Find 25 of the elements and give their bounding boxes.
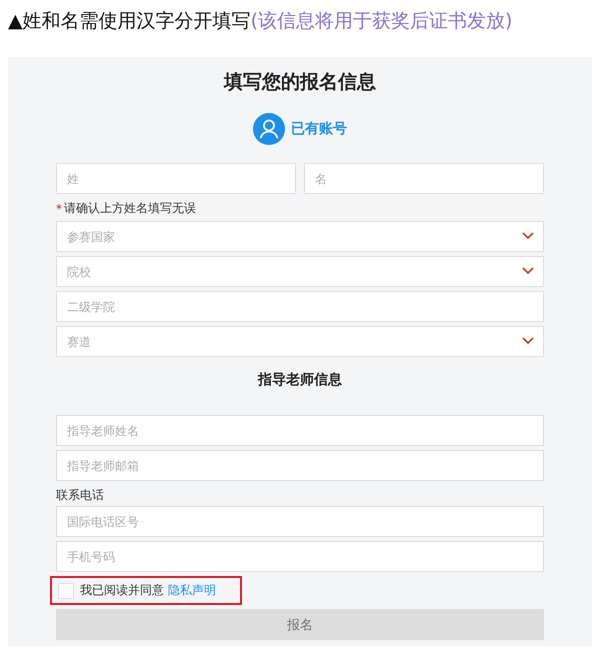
- section-heading: 指导老师信息: [256, 371, 343, 389]
- input-field[interactable]: 名: [304, 163, 544, 194]
- input-field[interactable]: 手机号码: [56, 541, 544, 572]
- instruction-text: ▲姓和名需使用汉字分开填写: [8, 10, 251, 32]
- account-link[interactable]: 已有账号: [291, 120, 347, 138]
- checkbox[interactable]: [58, 582, 74, 598]
- input-field[interactable]: 指导老师姓名: [56, 415, 544, 446]
- chevron-icon: [522, 232, 534, 240]
- select-field[interactable]: 参赛国家: [56, 221, 544, 252]
- required-mark: *: [56, 202, 62, 216]
- agreement-text: 我已阅读并同意: [80, 582, 164, 599]
- select-field[interactable]: 赛道: [56, 326, 544, 357]
- privacy-link[interactable]: 隐私声明: [168, 582, 216, 599]
- select-field[interactable]: 院校: [56, 256, 544, 287]
- user-icon: [253, 113, 285, 145]
- input-field[interactable]: 国际电话区号: [56, 506, 544, 537]
- input-field[interactable]: 指导老师邮箱: [56, 450, 544, 481]
- form-title: 填写您的报名信息: [222, 70, 377, 95]
- hint-text: 请确认上方姓名填写无误: [64, 200, 196, 217]
- chevron-icon: [522, 267, 534, 275]
- chevron-icon: [522, 337, 534, 345]
- input-field[interactable]: 二级学院: [56, 291, 544, 322]
- instruction-note: (该信息将用于获奖后证书发放): [250, 10, 512, 32]
- field-label: 联系电话: [56, 487, 105, 504]
- input-field[interactable]: 姓: [56, 163, 296, 194]
